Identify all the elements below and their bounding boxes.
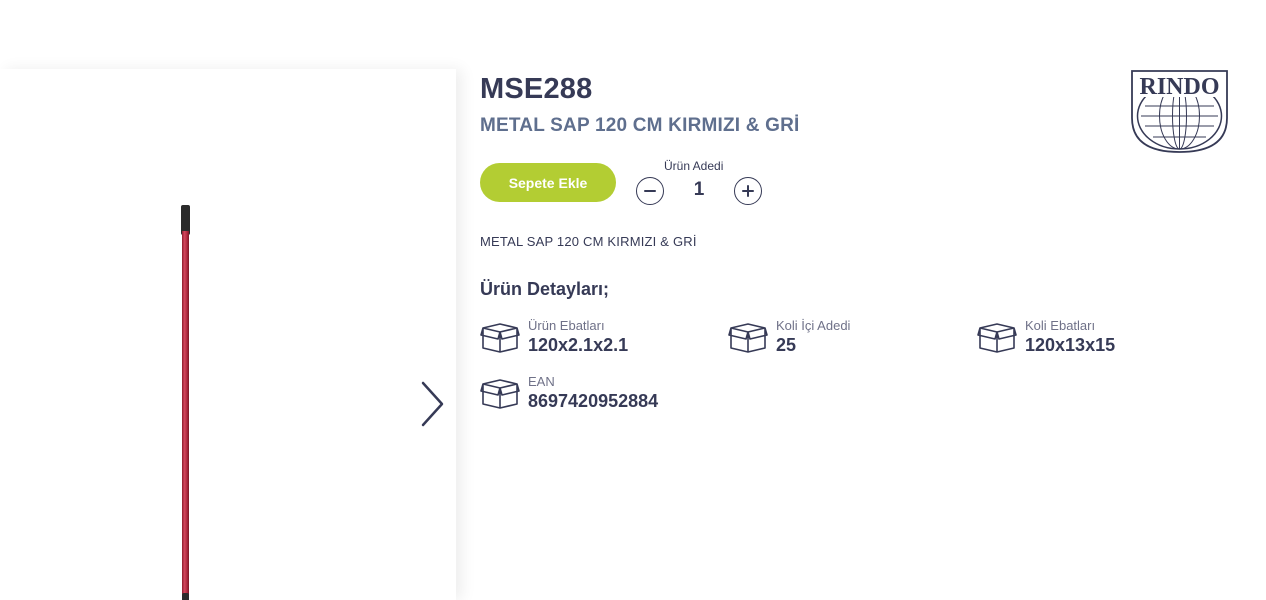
product-image-panel: [0, 69, 456, 600]
box-icon: [480, 323, 520, 353]
quantity-increase-button[interactable]: [734, 177, 762, 205]
detail-value: 120x13x15: [1025, 335, 1116, 355]
detail-value: 120x2.1x2.1: [528, 335, 629, 355]
product-name: METAL SAP 120 CM KIRMIZI & GRİ: [480, 115, 800, 136]
quantity-decrease-button[interactable]: [636, 177, 664, 205]
detail-label: EAN: [528, 374, 555, 389]
detail-value: 25: [776, 335, 797, 355]
product-description: METAL SAP 120 CM KIRMIZI & GRİ: [480, 234, 697, 249]
detail-label: Ürün Ebatları: [528, 318, 605, 333]
detail-label: Koli Ebatları: [1025, 318, 1096, 333]
detail-value: 8697420952884: [528, 391, 659, 411]
product-sku: MSE288: [480, 73, 593, 105]
detail-label: Koli İçi Adedi: [776, 318, 851, 333]
product-photo: [181, 205, 190, 600]
brand-logo-text: RINDO: [1139, 74, 1219, 100]
minus-icon: [644, 190, 656, 192]
box-icon: [480, 379, 520, 409]
detail-carton-quantity: Koli İçi Adedi 25: [728, 318, 850, 356]
detail-carton-dimensions: Koli Ebatları 120x13x15: [977, 318, 1115, 356]
add-to-cart-button[interactable]: Sepete Ekle: [480, 163, 616, 202]
quantity-value[interactable]: 1: [682, 179, 716, 201]
box-icon: [977, 323, 1017, 353]
plus-icon: [742, 185, 754, 197]
quantity-label: Ürün Adedi: [664, 159, 724, 173]
detail-product-dimensions: Ürün Ebatları 120x2.1x2.1: [480, 318, 628, 356]
brand-logo: RINDO: [1131, 70, 1228, 153]
box-icon: [728, 323, 768, 353]
details-title: Ürün Detayları;: [480, 279, 610, 299]
detail-ean: EAN 8697420952884: [480, 374, 658, 412]
chevron-right-icon[interactable]: [416, 380, 448, 428]
